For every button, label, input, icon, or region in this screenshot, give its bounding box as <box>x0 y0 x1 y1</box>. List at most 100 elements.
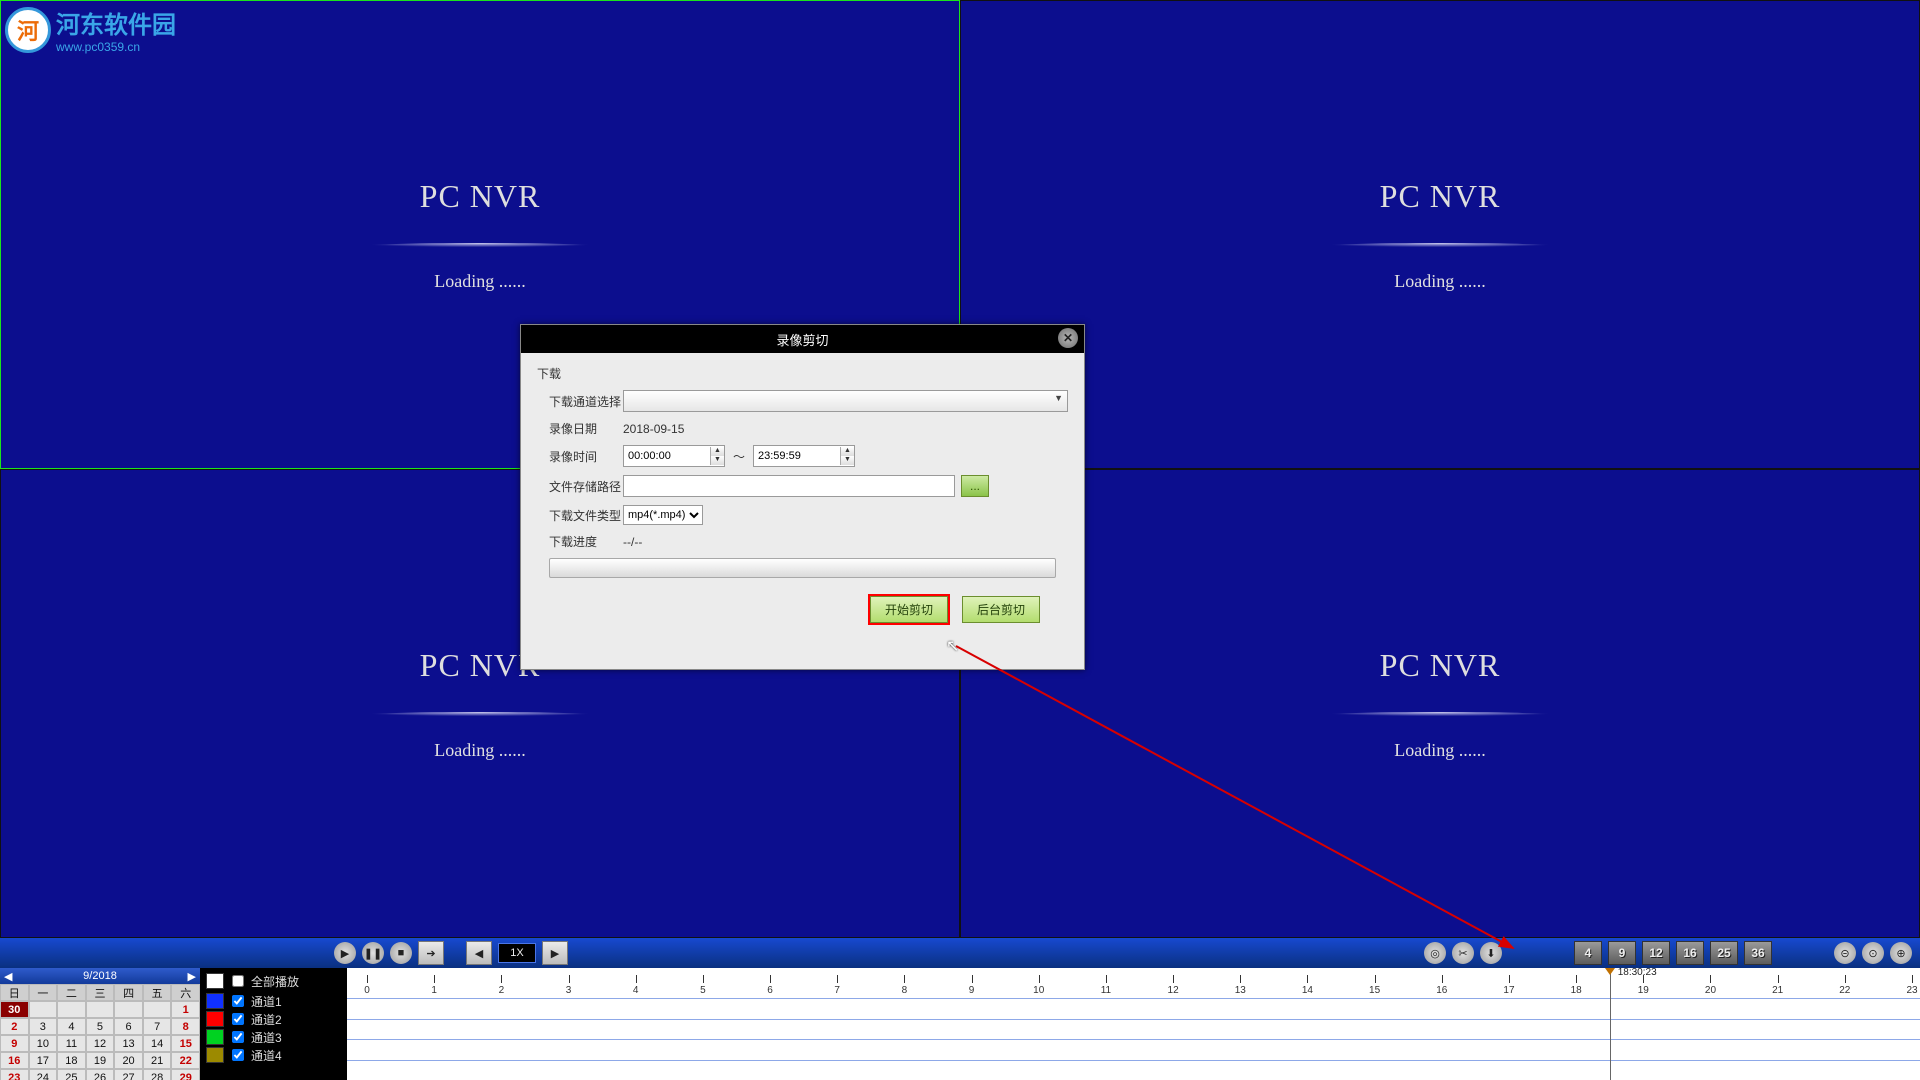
cal-day[interactable]: 23 <box>0 1069 29 1080</box>
channel-label: 通道4 <box>251 1047 282 1064</box>
grid-12-button[interactable]: 12 <box>1642 941 1670 965</box>
cal-day[interactable]: 29 <box>171 1069 200 1080</box>
stop-button[interactable]: ■ <box>390 942 412 964</box>
clip-dialog: 录像剪切 ✕ 下载 下载通道选择 录像日期 2018-09-15 录像时间 ▲▼… <box>520 324 1085 670</box>
time-to-input[interactable]: ▲▼ <box>753 445 855 467</box>
spin-down-icon[interactable]: ▼ <box>710 456 724 465</box>
time-from-input[interactable]: ▲▼ <box>623 445 725 467</box>
cal-day[interactable] <box>57 1001 86 1018</box>
play-all-checkbox[interactable] <box>232 975 244 987</box>
cal-month: 9/2018 <box>83 970 117 982</box>
cal-day[interactable]: 22 <box>171 1052 200 1069</box>
date-label: 录像日期 <box>549 420 623 437</box>
channel-label: 通道3 <box>251 1029 282 1046</box>
cal-day[interactable]: 25 <box>57 1069 86 1080</box>
video-cell-2[interactable]: PC NVR Loading ...... <box>960 0 1920 469</box>
progress-label: 下载进度 <box>549 533 623 550</box>
cal-day[interactable]: 10 <box>29 1035 58 1052</box>
channel-label: 下载通道选择 <box>549 393 623 410</box>
speed-up-button[interactable]: ▶ <box>542 941 568 965</box>
download-button[interactable]: ⬇ <box>1480 942 1502 964</box>
cal-day[interactable]: 15 <box>171 1035 200 1052</box>
channel-checkbox[interactable] <box>232 1031 244 1043</box>
dialog-title-bar[interactable]: 录像剪切 ✕ <box>521 325 1084 353</box>
calendar[interactable]: ◀ 9/2018 ▶ 日一二三四五六3012345678910111213141… <box>0 968 200 1080</box>
zoom-reset-button[interactable]: ⊙ <box>1862 942 1884 964</box>
time-label: 录像时间 <box>549 448 623 465</box>
cal-day[interactable]: 5 <box>86 1018 115 1035</box>
dialog-close-button[interactable]: ✕ <box>1058 328 1078 348</box>
cal-day[interactable]: 26 <box>86 1069 115 1080</box>
channel-checkbox[interactable] <box>232 1013 244 1025</box>
cal-day[interactable]: 17 <box>29 1052 58 1069</box>
zoom-out-button[interactable]: ⊝ <box>1834 942 1856 964</box>
cal-day[interactable]: 30 <box>0 1001 29 1018</box>
play-all-label: 全部播放 <box>251 973 299 990</box>
grid-16-button[interactable]: 16 <box>1676 941 1704 965</box>
cal-day[interactable]: 9 <box>0 1035 29 1052</box>
cal-next-button[interactable]: ▶ <box>188 970 196 983</box>
pause-button[interactable]: ❚❚ <box>362 942 384 964</box>
export-button[interactable]: ➔ <box>418 941 444 965</box>
legend-swatch <box>206 1047 224 1063</box>
channel-checkbox[interactable] <box>232 995 244 1007</box>
cal-day[interactable]: 8 <box>171 1018 200 1035</box>
channel-select[interactable] <box>623 390 1068 412</box>
cal-day[interactable]: 20 <box>114 1052 143 1069</box>
filetype-select[interactable]: mp4(*.mp4) <box>623 505 703 525</box>
timeline[interactable]: 0123456789101112131415161718192021222318… <box>347 968 1920 1080</box>
cal-day[interactable]: 11 <box>57 1035 86 1052</box>
grid-36-button[interactable]: 36 <box>1744 941 1772 965</box>
cal-day[interactable]: 7 <box>143 1018 172 1035</box>
cal-day[interactable] <box>29 1001 58 1018</box>
channel-label: 通道1 <box>251 993 282 1010</box>
video-cell-4[interactable]: PC NVR Loading ...... <box>960 469 1920 938</box>
progress-value: --/-- <box>623 535 642 549</box>
cal-day[interactable]: 18 <box>57 1052 86 1069</box>
legend-swatch-all <box>206 973 224 989</box>
cal-day[interactable]: 6 <box>114 1018 143 1035</box>
cal-day[interactable]: 19 <box>86 1052 115 1069</box>
type-label: 下载文件类型 <box>549 507 623 524</box>
cal-day[interactable]: 1 <box>171 1001 200 1018</box>
cal-day[interactable]: 24 <box>29 1069 58 1080</box>
cal-day[interactable]: 3 <box>29 1018 58 1035</box>
cal-day[interactable] <box>143 1001 172 1018</box>
cal-day[interactable] <box>114 1001 143 1018</box>
grid-25-button[interactable]: 25 <box>1710 941 1738 965</box>
cal-prev-button[interactable]: ◀ <box>4 970 12 983</box>
zoom-in-button[interactable]: ⊕ <box>1890 942 1912 964</box>
cal-day[interactable]: 2 <box>0 1018 29 1035</box>
speed-indicator: 1X <box>498 943 536 963</box>
cal-day[interactable]: 4 <box>57 1018 86 1035</box>
grid-9-button[interactable]: 9 <box>1608 941 1636 965</box>
cal-day[interactable]: 28 <box>143 1069 172 1080</box>
start-clip-button[interactable]: 开始剪切 <box>870 596 948 623</box>
background-clip-button[interactable]: 后台剪切 <box>962 596 1040 623</box>
play-button[interactable]: ▶ <box>334 942 356 964</box>
channel-legend: 全部播放 通道1通道2通道3通道4 <box>200 968 347 1080</box>
cal-day[interactable]: 14 <box>143 1035 172 1052</box>
cal-day[interactable]: 27 <box>114 1069 143 1080</box>
date-value: 2018-09-15 <box>623 422 684 436</box>
cal-day[interactable]: 13 <box>114 1035 143 1052</box>
spin-up-icon[interactable]: ▲ <box>710 447 724 456</box>
legend-swatch <box>206 993 224 1009</box>
clip-button[interactable]: ✂ <box>1452 942 1474 964</box>
snapshot-button[interactable]: ◎ <box>1424 942 1446 964</box>
channel-checkbox[interactable] <box>232 1049 244 1061</box>
browse-button[interactable]: ... <box>961 475 989 497</box>
cal-day[interactable]: 16 <box>0 1052 29 1069</box>
spin-up-icon[interactable]: ▲ <box>840 447 854 456</box>
cal-day[interactable]: 12 <box>86 1035 115 1052</box>
cell-loading: Loading ...... <box>434 271 526 292</box>
cal-day[interactable]: 21 <box>143 1052 172 1069</box>
speed-down-button[interactable]: ◀ <box>466 941 492 965</box>
path-input[interactable] <box>623 475 955 497</box>
cell-title: PC NVR <box>420 178 541 215</box>
spin-down-icon[interactable]: ▼ <box>840 456 854 465</box>
cal-day[interactable] <box>86 1001 115 1018</box>
grid-4-button[interactable]: 4 <box>1574 941 1602 965</box>
dialog-title: 录像剪切 <box>776 330 828 349</box>
progress-bar <box>549 558 1056 578</box>
